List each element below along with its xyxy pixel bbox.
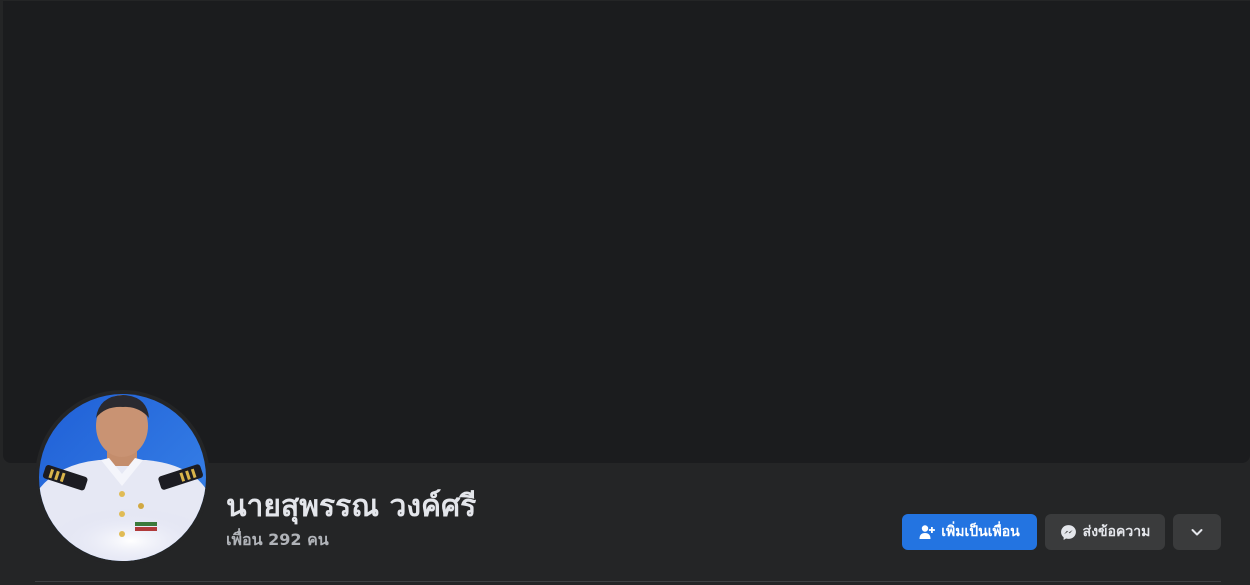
send-message-button[interactable]: ส่งข้อความ [1045,514,1165,550]
messenger-icon [1060,524,1077,541]
profile-name: นายสุพรรณ วงค์ศรี [226,489,477,524]
person-plus-icon [919,524,936,540]
profile-page: นายสุพรรณ วงค์ศรี เพื่อน 292 คน เพิ่มเป็… [0,0,1250,585]
add-friend-button[interactable]: เพิ่มเป็นเพื่อน [902,514,1037,550]
more-options-button[interactable] [1173,514,1221,550]
cover-photo[interactable] [3,1,1250,463]
add-friend-label: เพิ่มเป็นเพื่อน [941,524,1020,540]
profile-avatar[interactable] [39,394,206,561]
send-message-label: ส่งข้อความ [1082,524,1151,540]
chevron-down-icon [1190,525,1204,539]
avatar-photo [39,394,206,561]
friends-count-link[interactable]: เพื่อน 292 คน [226,530,329,550]
profile-divider [35,581,1221,582]
